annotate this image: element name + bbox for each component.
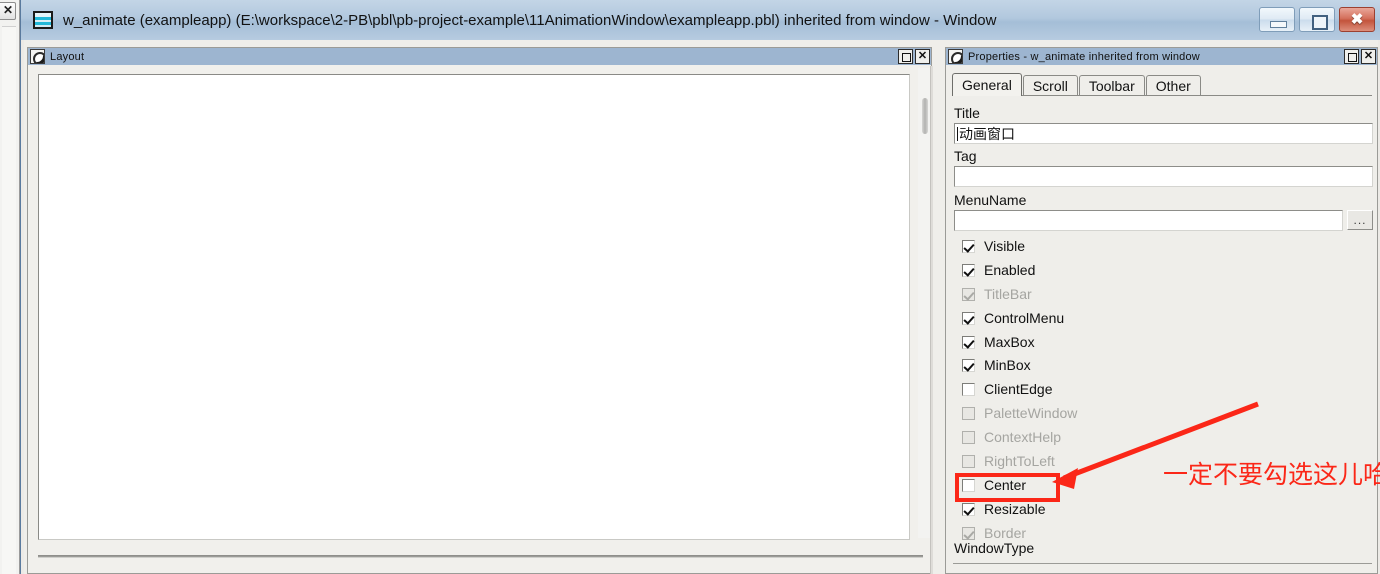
checkbox-label: ContextHelp — [984, 429, 1062, 445]
checkbox-border: Border — [962, 525, 1026, 541]
layout-window-body — [29, 66, 933, 574]
checkbox-icon — [962, 263, 975, 277]
tag-field-label: Tag — [954, 148, 977, 164]
caption-buttons: ✖ — [1259, 7, 1375, 32]
tab-other[interactable]: Other — [1145, 75, 1201, 96]
background-window-close-button[interactable]: ✕ — [0, 2, 16, 20]
tag-input[interactable] — [954, 166, 1373, 187]
mdi-client-area: Layout ✕ Properties - w_animate inherite… — [24, 40, 1378, 574]
checkbox-icon — [962, 502, 975, 516]
tab-label: Toolbar — [1088, 78, 1135, 94]
window-icon — [33, 11, 53, 29]
tab-label: General — [962, 77, 1012, 93]
painter-icon — [948, 49, 963, 64]
layout-scrollbar-thumb[interactable] — [922, 98, 928, 134]
checkbox-controlmenu[interactable]: ControlMenu — [962, 310, 1064, 326]
checkbox-label: Enabled — [984, 262, 1036, 278]
checkbox-clientedge[interactable]: ClientEdge — [962, 381, 1053, 397]
title-input[interactable]: 动画窗口 — [954, 123, 1373, 144]
layout-window-buttons: ✕ — [898, 49, 930, 64]
tab-scroll[interactable]: Scroll — [1022, 75, 1078, 96]
checkbox-label: ControlMenu — [984, 310, 1065, 326]
annotation-highlight-box — [955, 473, 1060, 502]
checkbox-minbox[interactable]: MinBox — [962, 357, 1031, 373]
title-field-label: Title — [954, 105, 980, 121]
checkbox-enabled[interactable]: Enabled — [962, 262, 1035, 278]
checkbox-icon — [962, 430, 975, 444]
close-icon: ✖ — [1350, 11, 1364, 28]
checkbox-icon — [962, 335, 975, 349]
checkbox-icon — [962, 526, 975, 540]
checkbox-label: MinBox — [984, 357, 1031, 373]
checkbox-label: ClientEdge — [984, 381, 1053, 397]
window-title: w_animate (exampleapp) (E:\workspace\2-P… — [63, 11, 997, 29]
checkbox-icon — [962, 287, 975, 301]
menuname-field-label: MenuName — [954, 192, 1027, 208]
layout-window-title: Layout — [50, 50, 85, 63]
annotation-text: 一定不要勾选这儿哈 — [1163, 460, 1380, 489]
checkbox-label: RightToLeft — [984, 453, 1055, 469]
checkbox-label: Border — [984, 525, 1027, 541]
checkbox-righttoleft: RightToLeft — [962, 453, 1055, 469]
layout-right-edge — [930, 66, 933, 574]
text-caret — [957, 126, 958, 141]
windowtype-divider — [953, 563, 1372, 564]
checkbox-resizable[interactable]: Resizable — [962, 501, 1045, 517]
checkbox-maxbox[interactable]: MaxBox — [962, 334, 1035, 350]
checkbox-contexthelp: ContextHelp — [962, 429, 1061, 445]
checkbox-titlebar: TitleBar — [962, 286, 1032, 302]
close-icon: ✕ — [2, 3, 13, 17]
menuname-input[interactable] — [954, 210, 1343, 231]
checkbox-label: TitleBar — [984, 286, 1032, 302]
checkbox-icon — [962, 382, 975, 396]
checkbox-icon — [962, 311, 975, 325]
checkbox-icon — [962, 454, 975, 468]
layout-window: Layout ✕ — [27, 47, 933, 574]
checkbox-label: MaxBox — [984, 334, 1035, 350]
tab-toolbar[interactable]: Toolbar — [1078, 75, 1145, 96]
properties-window-titlebar[interactable]: Properties - w_animate inherited from wi… — [946, 48, 1377, 65]
checkbox-label: Visible — [984, 238, 1025, 254]
screen-root: ✕ w_animate (exampleapp) (E:\workspace\2… — [0, 0, 1380, 574]
properties-window-title: Properties - w_animate inherited from wi… — [968, 50, 1200, 63]
checkbox-palettewindow: PaletteWindow — [962, 405, 1077, 421]
tab-label: Other — [1155, 78, 1191, 94]
properties-close-button[interactable]: ✕ — [1361, 49, 1376, 64]
tab-general[interactable]: General — [952, 73, 1022, 96]
minimize-button[interactable] — [1259, 7, 1295, 32]
properties-maximize-button[interactable] — [1344, 49, 1359, 64]
properties-tabs: General Scroll Toolbar Other — [952, 73, 1372, 96]
maximize-button[interactable] — [1299, 7, 1335, 32]
checkbox-icon — [962, 239, 975, 253]
windowtype-label: WindowType — [954, 540, 1035, 556]
properties-window-buttons: ✕ — [1344, 49, 1376, 64]
checkbox-label: PaletteWindow — [984, 405, 1078, 421]
layout-maximize-button[interactable] — [898, 49, 913, 64]
menuname-browse-button[interactable]: ... — [1347, 210, 1373, 230]
checkbox-icon — [962, 406, 975, 420]
background-window-strip: ✕ — [0, 0, 20, 574]
layout-window-titlebar[interactable]: Layout ✕ — [28, 48, 931, 65]
layout-splitter[interactable] — [38, 555, 923, 558]
title-input-value: 动画窗口 — [959, 125, 1015, 142]
layout-close-button[interactable]: ✕ — [915, 49, 930, 64]
tab-label: Scroll — [1032, 78, 1068, 94]
layout-design-canvas[interactable] — [38, 74, 910, 540]
checkbox-visible[interactable]: Visible — [962, 238, 1025, 254]
checkbox-icon — [962, 358, 975, 372]
painter-icon — [30, 49, 45, 64]
window-titlebar[interactable]: w_animate (exampleapp) (E:\workspace\2-P… — [21, 0, 1380, 40]
checkbox-label: Resizable — [984, 501, 1046, 517]
background-window-body — [2, 26, 16, 574]
close-button[interactable]: ✖ — [1339, 7, 1375, 32]
